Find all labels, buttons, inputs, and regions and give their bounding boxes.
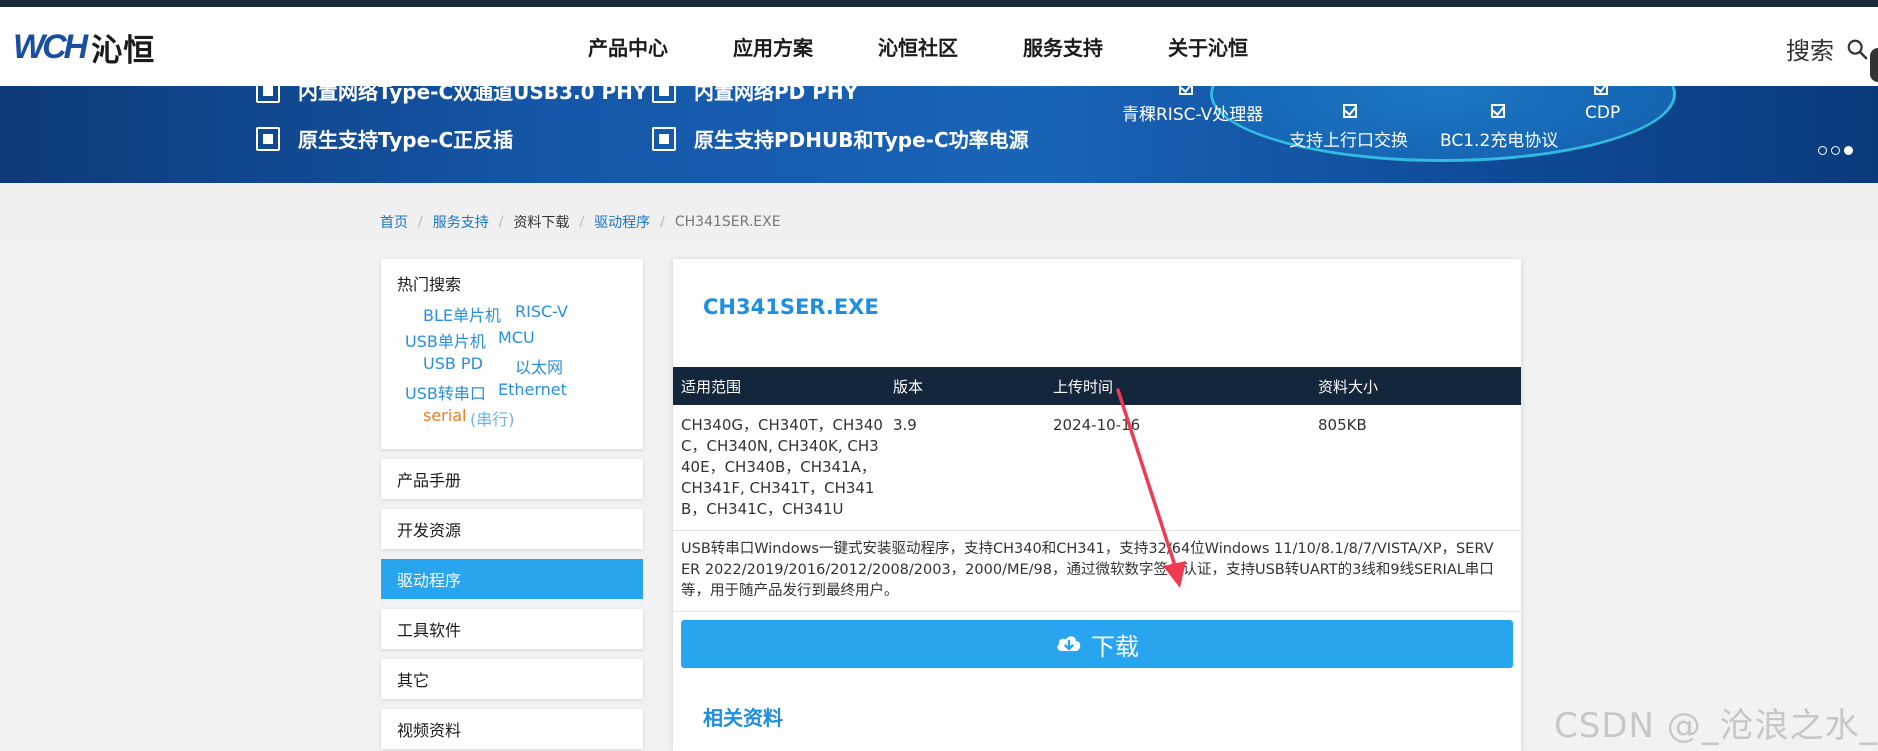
sidebar-item-videos[interactable]: 视频资料 [381,709,643,749]
sidebar-item-tools[interactable]: 工具软件 [381,609,643,649]
breadcrumb-current: CH341SER.EXE [674,214,781,230]
download-button[interactable]: 下载 [681,620,1513,668]
breadcrumb-separator: / [498,214,504,230]
check-icon [1343,104,1357,118]
scope-line: CH340G，CH340T，CH340 [681,416,883,434]
banner-feature-row2-right: 原生支持PDHUB和Type-C功率电源 [652,124,1029,153]
logo-text: 沁恒 [91,32,156,69]
site-logo[interactable]: WCH 沁恒 [13,27,156,69]
sidebar-item-manuals[interactable]: 产品手册 [381,459,643,499]
banner-feature-uplink: 支持上行口交换 [1289,131,1408,151]
table-header: 适用范围 版本 上传时间 资料大小 [673,367,1521,405]
hot-search-title: 热门搜索 [397,275,462,294]
banner-feature-row1-right: 内置网络PD PHY [652,86,858,105]
banner-feature-row2-left: 原生支持Type-C正反插 [256,124,513,153]
banner-text: 内置网络PD PHY [694,86,859,104]
scroll-edge [1870,48,1878,82]
sidebar-item-drivers[interactable]: 驱动程序 [381,559,643,599]
nav-community[interactable]: 沁恒社区 [878,32,958,61]
check-icon [1491,104,1505,118]
hot-tag-ble[interactable]: BLE单片机 [423,302,501,326]
description-line: USB转串口Windows一键式安装驱动程序，支持CH340和CH341，支持3… [681,541,1494,557]
check-icon [1594,86,1608,95]
scope-line: B，CH341C，CH341U [681,500,844,518]
breadcrumb-home[interactable]: 首页 [380,212,408,232]
chip-icon [256,86,280,103]
hot-tag-usbpd[interactable]: USB PD [423,354,483,373]
chip-icon [652,86,676,103]
sidebar-item-dev-resources[interactable]: 开发资源 [381,509,643,549]
breadcrumb-drivers[interactable]: 驱动程序 [594,212,650,232]
banner-text: 内置网络Type-C双通道USB3.0 PHY [298,86,648,104]
logo-mark: WCH [13,27,88,66]
chip-icon [256,126,280,151]
breadcrumb-separator: / [579,214,585,230]
watermark: CSDN @_沧浪之水_ [1554,706,1878,746]
main-nav: 产品中心 应用方案 沁恒社区 服务支持 关于沁恒 [588,7,1313,86]
nav-solutions[interactable]: 应用方案 [733,32,813,61]
banner-feature-row1-left: 内置网络Type-C双通道USB3.0 PHY [256,86,647,105]
nav-about[interactable]: 关于沁恒 [1168,32,1248,61]
description-line: ER 2022/2019/2016/2012/2008/2003，2000/ME… [681,562,1494,578]
hero-banner[interactable]: 内置网络Type-C双通道USB3.0 PHY 内置网络PD PHY 原生支持T… [0,86,1878,183]
description-line: 等，用于随产品发行到最终用户。 [681,583,899,599]
divider [673,530,1521,531]
scope-line: CH341F, CH341T，CH341 [681,479,875,497]
banner-feature-cdp: CDP [1585,103,1621,123]
nav-support[interactable]: 服务支持 [1023,32,1103,61]
breadcrumb-support[interactable]: 服务支持 [433,212,489,232]
search-icon [1847,39,1868,59]
file-detail-card: CH341SER.EXE 适用范围 版本 上传时间 资料大小 CH340G，CH… [673,259,1521,751]
hot-tag-usb-mcu[interactable]: USB单片机 [405,328,486,352]
scope-line: C，CH340N, CH340K, CH3 [681,437,879,455]
carousel-dot[interactable] [1831,146,1840,155]
chip-icon [652,126,676,151]
related-docs-title: 相关资料 [703,706,783,730]
hot-tag-riscv[interactable]: RISC-V [515,302,568,321]
hot-tag-ethernet[interactable]: Ethernet [498,380,567,399]
check-icon [1179,86,1193,95]
banner-text: 原生支持PDHUB和Type-C功率电源 [694,128,1029,152]
scope-line: 40E，CH340B，CH341A， [681,458,876,476]
site-header: WCH 沁恒 产品中心 应用方案 沁恒社区 服务支持 关于沁恒 搜索 [0,7,1878,87]
search-label: 搜索 [1786,37,1834,65]
cell-scope: CH340G，CH340T，CH340 C，CH340N, CH340K, CH… [681,415,886,520]
column-header-upload-time: 上传时间 [1053,378,1114,396]
cell-size: 805KB [1318,416,1367,434]
hot-tag-usb-serial[interactable]: USB转串口 [405,380,486,404]
search-button[interactable]: 搜索 [1786,31,1868,66]
banner-feature-riscv: 青稞RISC-V处理器 [1122,105,1264,125]
column-header-size: 资料大小 [1318,378,1379,396]
breadcrumb: 首页 / 服务支持 / 资料下载 / 驱动程序 / CH341SER.EXE [380,212,781,232]
breadcrumb-bar [0,183,1878,240]
banner-text: 原生支持Type-C正反插 [298,128,514,152]
column-header-version: 版本 [893,378,924,396]
carousel-dots [1818,146,1857,155]
carousel-dot-active[interactable] [1844,146,1853,155]
sidebar-item-other[interactable]: 其它 [381,659,643,699]
hot-tag-mcu[interactable]: MCU [498,328,535,347]
top-strip [0,0,1878,7]
breadcrumb-separator: / [660,214,665,230]
carousel-dot[interactable] [1818,146,1827,155]
download-label: 下载 [1091,632,1139,661]
cell-upload-time: 2024-10-16 [1053,416,1141,434]
banner-feature-bc12: BC1.2充电协议 [1440,131,1559,151]
breadcrumb-downloads[interactable]: 资料下载 [513,212,569,232]
divider [673,611,1521,612]
file-description: USB转串口Windows一键式安装驱动程序，支持CH340和CH341，支持3… [681,539,1513,602]
nav-products[interactable]: 产品中心 [588,32,668,61]
hot-tag-ethernet-cn[interactable]: 以太网 [515,354,563,378]
cloud-download-icon [1057,636,1081,651]
hot-tag-serial[interactable]: serial [423,406,466,425]
file-title: CH341SER.EXE [703,295,879,319]
cell-version: 3.9 [893,416,917,434]
column-header-scope: 适用范围 [681,378,742,396]
hot-search-panel: 热门搜索 BLE单片机 RISC-V USB单片机 MCU USB PD 以太网… [381,259,643,449]
hot-tag-serial-cn[interactable]: (串行) [470,406,515,430]
breadcrumb-separator: / [418,214,423,230]
